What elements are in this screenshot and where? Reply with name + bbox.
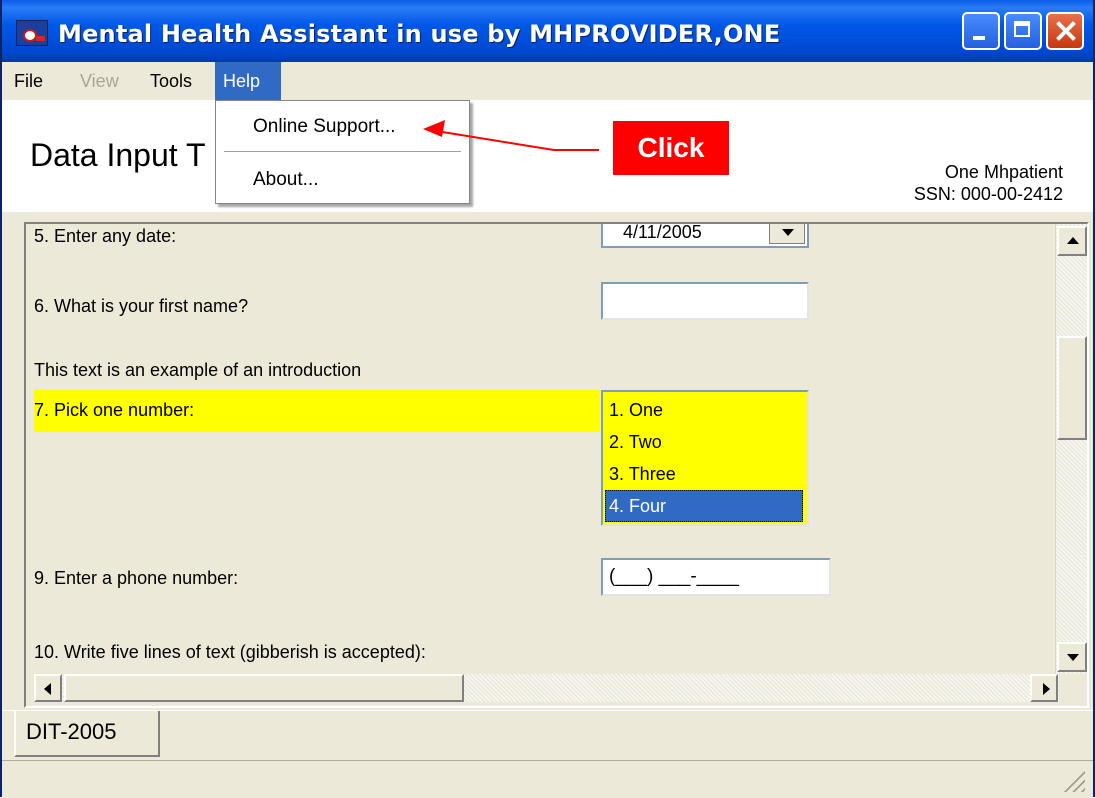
app-window: Mental Health Assistant in use by MHPROV… [0, 0, 1095, 798]
annotation-arrow-icon [423, 120, 599, 151]
